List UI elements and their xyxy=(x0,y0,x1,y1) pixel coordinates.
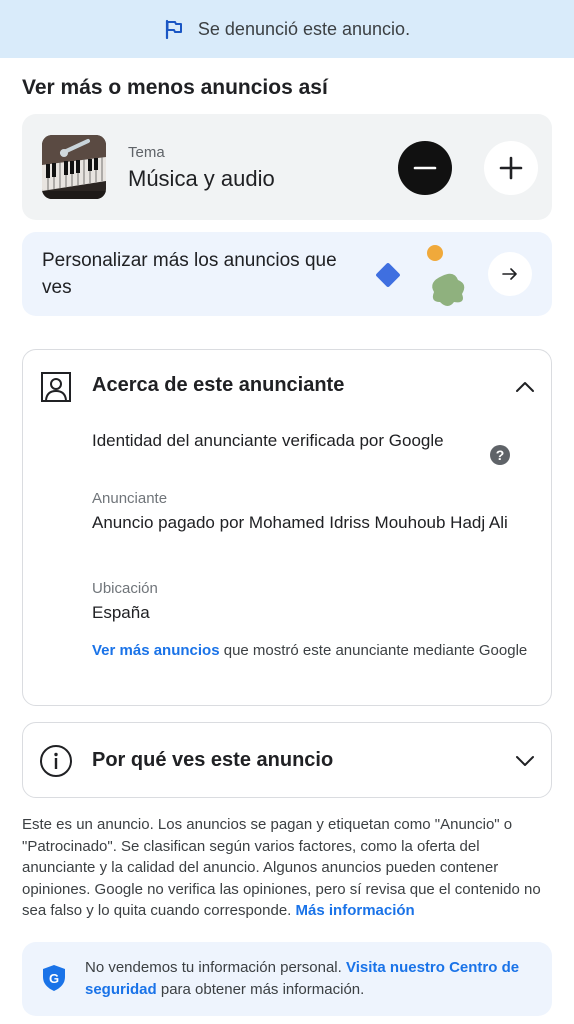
plus-icon xyxy=(499,156,523,180)
ad-disclaimer: Este es un anuncio. Los anuncios se paga… xyxy=(22,814,557,922)
advertiser-value: Anuncio pagado por Mohamed Idriss Mouhou… xyxy=(92,513,508,532)
minus-icon xyxy=(413,166,437,170)
chevron-down-icon[interactable] xyxy=(514,750,536,772)
section-title: Ver más o menos anuncios así xyxy=(22,76,328,99)
about-advertiser-card: Acerca de este anunciante Identidad del … xyxy=(22,349,552,706)
location-label: Ubicación xyxy=(92,580,158,597)
more-info-link[interactable]: Más información xyxy=(296,902,415,919)
piano-image xyxy=(42,135,106,199)
privacy-rest: para obtener más información. xyxy=(156,981,365,998)
info-icon xyxy=(40,745,72,777)
person-icon xyxy=(41,372,71,402)
privacy-statement: No vendemos tu información personal. xyxy=(85,959,346,976)
help-icon[interactable]: ? xyxy=(489,444,511,466)
topic-value: Música y audio xyxy=(128,166,275,191)
privacy-card: G No vendemos tu información personal. V… xyxy=(22,942,552,1016)
verified-identity-text: Identidad del anunciante verificada por … xyxy=(92,431,444,450)
location-value: España xyxy=(92,603,150,622)
advertiser-label: Anunciante xyxy=(92,490,168,507)
svg-text:?: ? xyxy=(496,447,505,463)
topic-card: Tema Música y audio xyxy=(22,114,552,220)
shapes-illustration xyxy=(376,245,465,306)
arrow-right-icon xyxy=(502,268,517,280)
topic-thumbnail xyxy=(42,135,106,199)
flag-icon xyxy=(165,19,182,39)
disclaimer-text: Este es un anuncio. Los anuncios se paga… xyxy=(22,816,541,919)
more-ads-rest: que mostró este anunciante mediante Goog… xyxy=(219,642,528,659)
privacy-text: No vendemos tu información personal. Vis… xyxy=(85,957,545,1001)
why-this-ad-card[interactable]: Por qué ves este anuncio xyxy=(22,722,552,798)
personalize-text: Personalizar más los anuncios que ves xyxy=(42,250,337,298)
banner-text: Se denunció este anuncio. xyxy=(197,18,411,39)
why-this-ad-title: Por qué ves este anuncio xyxy=(92,749,334,771)
personalize-ads-card[interactable]: Personalizar más los anuncios que ves xyxy=(22,232,552,316)
about-advertiser-title: Acerca de este anunciante xyxy=(92,374,345,396)
svg-text:G: G xyxy=(49,971,59,986)
more-ads-text: Ver más anuncios que mostró este anuncia… xyxy=(92,640,532,662)
google-shield-icon: G xyxy=(43,965,65,991)
personalize-arrow-button[interactable] xyxy=(488,252,532,296)
see-more-button[interactable] xyxy=(484,141,538,195)
topic-label: Tema xyxy=(128,144,165,161)
report-banner: Se denunció este anuncio. xyxy=(0,0,574,58)
chevron-up-icon[interactable] xyxy=(514,376,536,398)
about-advertiser-header[interactable]: Acerca de este anunciante xyxy=(23,350,551,422)
more-ads-link[interactable]: Ver más anuncios xyxy=(92,642,220,659)
see-fewer-button[interactable] xyxy=(398,141,452,195)
